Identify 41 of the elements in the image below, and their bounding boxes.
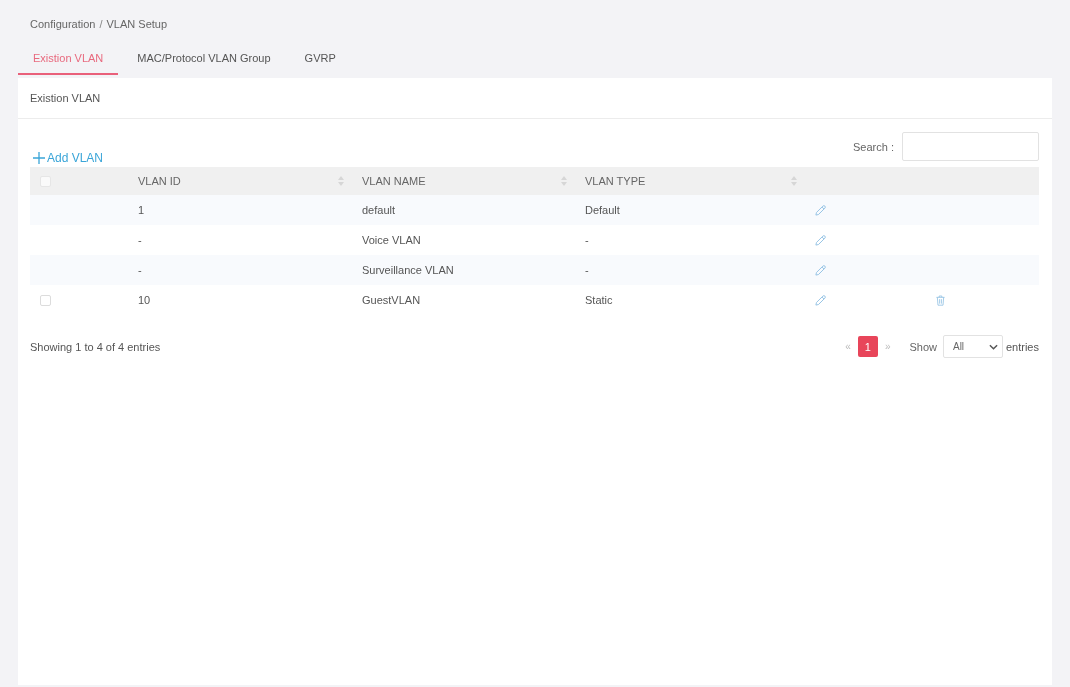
tab[interactable]: MAC/Protocol VLAN Group [122, 45, 286, 75]
vlan-name-cell: GuestVLAN [362, 294, 421, 306]
breadcrumb-link[interactable]: Configuration [30, 18, 96, 30]
entries-info: Showing 1 to 4 of 4 entries [30, 340, 161, 353]
search-label: Search : [853, 140, 894, 153]
up-down-arrows-icon[interactable] [561, 176, 567, 186]
vlan-type-cell: Static [585, 294, 613, 306]
panel-title: Existion VLAN [18, 78, 1052, 119]
pencil-icon[interactable] [815, 294, 826, 306]
column-header[interactable]: VLAN NAME [362, 175, 426, 187]
vlan-id-cell: - [138, 264, 142, 276]
search-field[interactable] [902, 132, 1039, 161]
vlan-name-cell: default [362, 204, 396, 216]
up-down-arrows-icon[interactable] [791, 176, 797, 186]
vlan-type-cell: - [585, 234, 589, 246]
tab[interactable]: GVRP [289, 45, 351, 75]
breadcrumb-current: VLAN Setup [106, 18, 168, 30]
chevron-down-icon [988, 343, 998, 350]
add-vlan-button[interactable]: Add VLAN [30, 151, 108, 167]
column-header[interactable]: VLAN ID [138, 175, 181, 187]
up-down-arrows-icon[interactable] [338, 176, 344, 186]
vlan-name-cell: Surveillance VLAN [362, 264, 454, 276]
vlan-id-cell: - [138, 234, 142, 246]
page-button[interactable]: 1 [857, 336, 878, 357]
pencil-icon[interactable] [815, 234, 826, 246]
vlan-name-cell: Voice VLAN [362, 234, 421, 246]
vlan-id-cell: 10 [138, 294, 151, 306]
page-size-select[interactable]: All [942, 335, 1003, 358]
entries-label: entries [1005, 340, 1039, 353]
column-header[interactable]: VLAN TYPE [585, 175, 646, 187]
show-label: Show [909, 340, 937, 353]
plus-icon [33, 152, 45, 164]
pencil-icon[interactable] [815, 264, 826, 276]
row-checkbox[interactable] [40, 294, 51, 306]
pencil-icon[interactable] [815, 204, 826, 216]
tab[interactable]: Existion VLAN [18, 45, 119, 75]
vlan-type-cell: - [585, 264, 589, 276]
vlan-id-cell: 1 [138, 204, 145, 216]
breadcrumb-separator: / [99, 18, 103, 30]
trash-icon[interactable] [936, 294, 945, 306]
vlan-type-cell: Default [585, 204, 620, 216]
